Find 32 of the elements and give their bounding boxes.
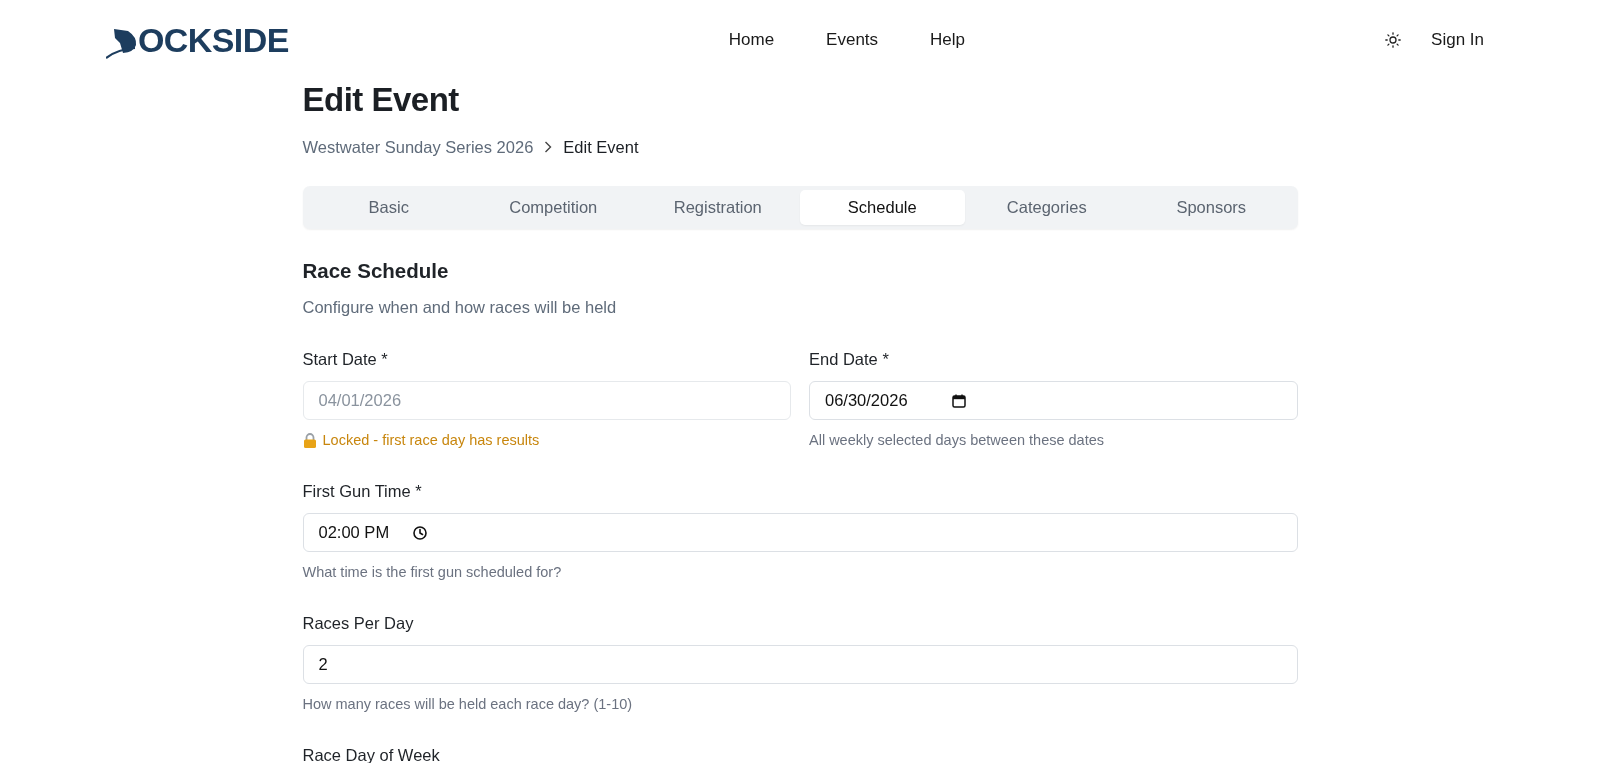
sun-icon[interactable]: [1385, 32, 1402, 48]
breadcrumb-current: Edit Event: [563, 137, 639, 158]
number-field[interactable]: 2: [302, 645, 1298, 684]
sign-in-link[interactable]: Sign In: [1431, 30, 1484, 50]
lock-icon: [302, 432, 317, 448]
field-label: First Gun Time *: [302, 481, 422, 502]
date-field[interactable]: 06/30/2026: [809, 381, 1298, 420]
field-hint: Locked - first race day has results: [322, 431, 540, 450]
field-label: End Date *: [809, 349, 889, 370]
breadcrumb-link[interactable]: Westwater Sunday Series 2026: [302, 135, 534, 159]
field-hint: What time is the first gun scheduled for?: [302, 563, 562, 582]
clock-icon[interactable]: [413, 525, 428, 540]
tab[interactable]: Competition: [471, 190, 636, 225]
tab[interactable]: Sponsors: [1129, 190, 1294, 225]
field-hint: How many races will be held each race day? (1-10): [302, 695, 633, 714]
page-title: Edit Event: [302, 80, 460, 120]
calendar-icon[interactable]: [951, 393, 966, 408]
tab[interactable]: Categories: [964, 190, 1129, 225]
field-label: Start Date *: [302, 349, 388, 370]
field-hint: All weekly selected days between these dates: [809, 431, 1104, 450]
tab[interactable]: Registration: [635, 190, 800, 225]
tab[interactable]: Basic: [306, 190, 471, 225]
nav-link[interactable]: Help: [930, 30, 966, 50]
section-subtitle: Configure when and how races will be held: [302, 297, 618, 318]
logo-text[interactable]: OCKSIDE: [138, 23, 289, 57]
nav-link[interactable]: Events: [826, 30, 879, 50]
nav-link[interactable]: Home: [728, 30, 775, 50]
field-label: Races Per Day: [302, 613, 414, 634]
time-field[interactable]: 02:00 PM: [302, 513, 1298, 552]
tab[interactable]: Schedule: [800, 190, 965, 225]
chevron-right-icon: [544, 141, 553, 153]
section-title: Race Schedule: [302, 258, 450, 284]
